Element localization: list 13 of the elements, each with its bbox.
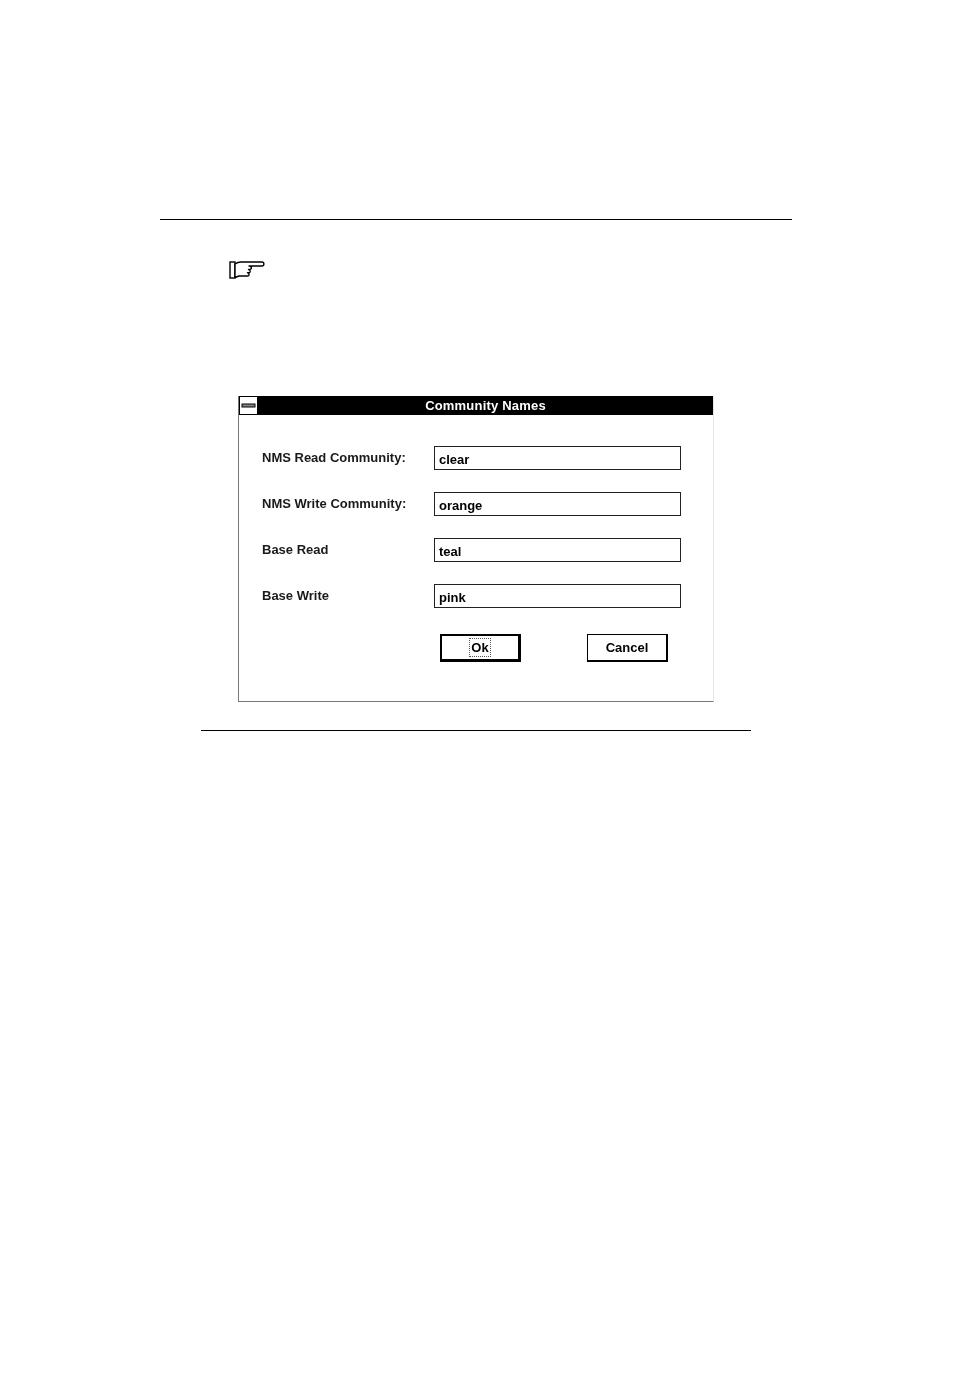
text-field[interactable]: pink bbox=[434, 584, 681, 608]
text-field[interactable]: clear bbox=[434, 446, 681, 470]
field-label: NMS Write Community: bbox=[262, 496, 408, 512]
field-label: NMS Read Community: bbox=[262, 450, 407, 466]
cancel-button[interactable]: Cancel bbox=[587, 634, 668, 662]
pointing-hand-icon bbox=[229, 259, 265, 280]
field-label: Base Read bbox=[262, 542, 330, 558]
ok-button[interactable]: Ok bbox=[440, 634, 521, 662]
system-menu-icon[interactable] bbox=[239, 396, 258, 415]
text-field[interactable]: teal bbox=[434, 538, 681, 562]
field-label: Base Write bbox=[262, 588, 330, 604]
window-title: Community Names bbox=[425, 398, 546, 413]
text-field[interactable]: orange bbox=[434, 492, 681, 516]
